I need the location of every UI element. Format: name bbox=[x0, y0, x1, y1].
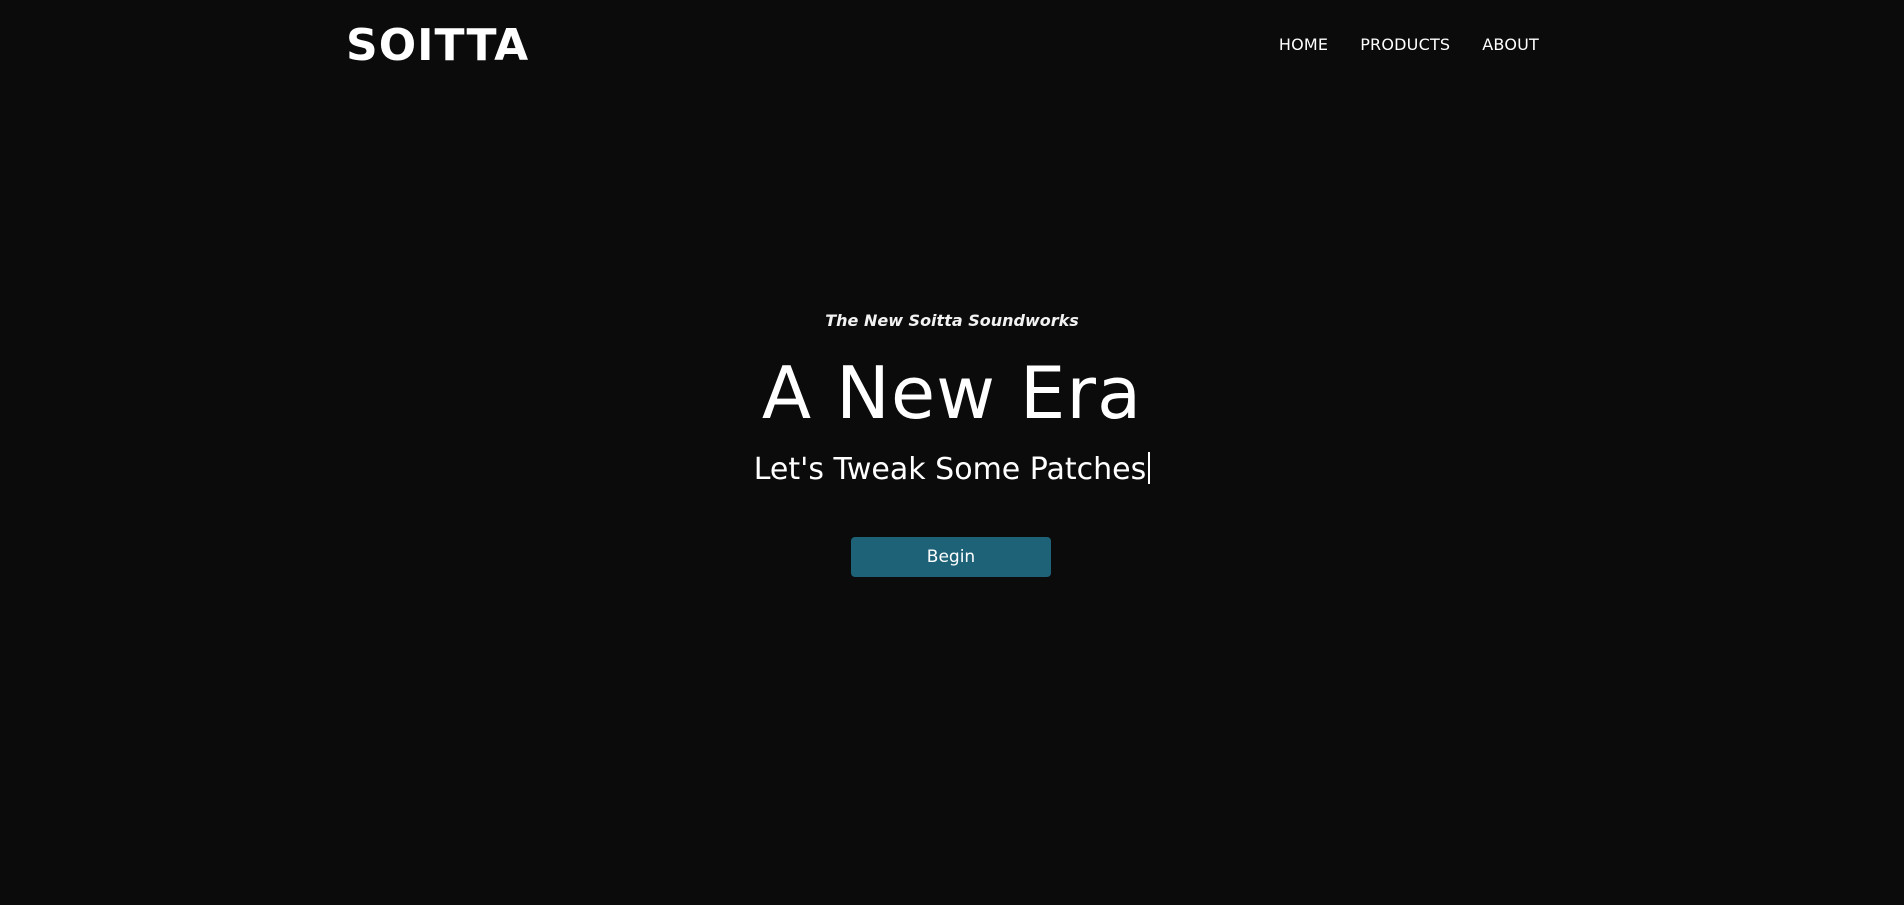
page: SOITTA HOME PRODUCTS ABOUT The New Soitt… bbox=[0, 0, 1904, 905]
hero-tagline: The New Soitta Soundworks bbox=[825, 311, 1079, 330]
begin-button[interactable]: Begin bbox=[851, 537, 1051, 577]
hero-headline: A New Era bbox=[761, 351, 1143, 435]
hero-subline: Let's Tweak Some Patches bbox=[0, 448, 1904, 492]
hero-section: The New Soitta Soundworks A New Era Let'… bbox=[0, 0, 1904, 905]
text-cursor bbox=[1148, 452, 1151, 484]
typed-text: Let's Tweak Some Patches bbox=[753, 452, 1147, 487]
